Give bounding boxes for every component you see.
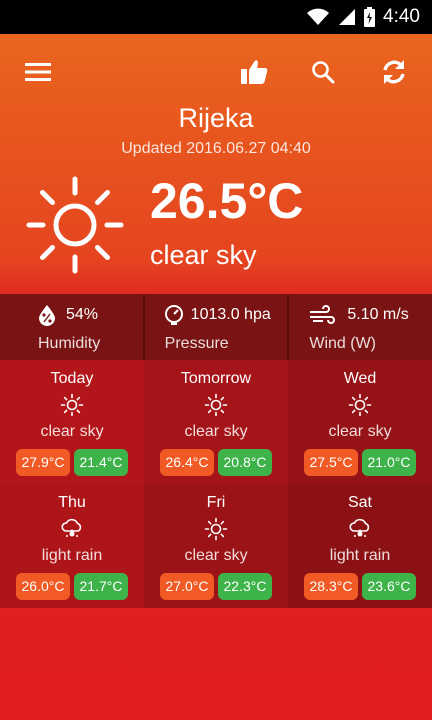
updated-timestamp: Updated 2016.06.27 04:40 bbox=[121, 140, 311, 157]
forecast-condition: clear sky bbox=[40, 423, 104, 440]
forecast-day-name: Fri bbox=[206, 494, 226, 511]
pressure-detail: 1013.0 hpa Pressure bbox=[145, 294, 290, 360]
forecast-condition: clear sky bbox=[328, 423, 392, 440]
forecast-condition: light rain bbox=[41, 547, 103, 564]
humidity-value: 54% bbox=[66, 306, 99, 323]
thumbs-up-icon bbox=[241, 60, 268, 84]
forecast-condition: clear sky bbox=[184, 547, 248, 564]
sun-icon bbox=[60, 393, 84, 417]
refresh-button[interactable] bbox=[376, 54, 412, 90]
forecast-day-name: Sat bbox=[347, 494, 372, 511]
sun-icon bbox=[204, 393, 228, 417]
search-icon bbox=[312, 61, 335, 84]
wind-label: Wind (W) bbox=[309, 335, 376, 352]
high-temp-badge: 27.0°C bbox=[160, 573, 214, 600]
humidity-icon bbox=[39, 305, 55, 326]
wind-icon bbox=[310, 305, 336, 324]
hamburger-icon bbox=[25, 63, 51, 81]
status-time: 4:40 bbox=[383, 6, 420, 27]
rain-cloud-icon bbox=[60, 517, 84, 541]
forecast-day[interactable]: Tomorrow clear sky 26.4°C 20.8°C bbox=[144, 360, 288, 484]
pressure-gauge-icon bbox=[164, 305, 183, 325]
forecast-day[interactable]: Sat light rain 28.3°C 23.6°C bbox=[288, 484, 432, 608]
forecast-day-name: Tomorrow bbox=[180, 370, 252, 387]
forecast-condition: clear sky bbox=[184, 423, 248, 440]
app-bar bbox=[0, 34, 432, 110]
forecast-day[interactable]: Fri clear sky 27.0°C 22.3°C bbox=[144, 484, 288, 608]
current-temperature: 26.5°C bbox=[150, 173, 304, 229]
sun-icon bbox=[204, 517, 228, 541]
wind-value: 5.10 m/s bbox=[347, 306, 409, 323]
wind-detail: 5.10 m/s Wind (W) bbox=[289, 294, 432, 360]
pressure-value: 1013.0 hpa bbox=[190, 306, 271, 323]
details-panel: 54% Humidity 1013.0 hpa Pressure 5.10 m/… bbox=[0, 294, 432, 360]
high-temp-badge: 27.5°C bbox=[304, 449, 358, 476]
forecast-day-name: Today bbox=[50, 370, 94, 387]
forecast-day[interactable]: Today clear sky 27.9°C 21.4°C bbox=[0, 360, 144, 484]
low-temp-badge: 23.6°C bbox=[362, 573, 416, 600]
high-temp-badge: 28.3°C bbox=[304, 573, 358, 600]
low-temp-badge: 21.4°C bbox=[74, 449, 128, 476]
rate-button[interactable] bbox=[236, 54, 272, 90]
humidity-detail: 54% Humidity bbox=[0, 294, 145, 360]
pressure-label: Pressure bbox=[164, 335, 229, 352]
high-temp-badge: 27.9°C bbox=[16, 449, 70, 476]
low-temp-badge: 22.3°C bbox=[218, 573, 272, 600]
refresh-icon bbox=[383, 60, 405, 84]
forecast-day-name: Thu bbox=[58, 494, 86, 511]
current-condition: clear sky bbox=[150, 240, 257, 270]
forecast-day[interactable]: Thu light rain 26.0°C 21.7°C bbox=[0, 484, 144, 608]
status-bar: 4:40 bbox=[0, 0, 432, 34]
forecast-grid: Today clear sky 27.9°C 21.4°C Tomorrow cl… bbox=[0, 360, 432, 608]
forecast-condition: light rain bbox=[329, 547, 391, 564]
wifi-icon bbox=[307, 8, 330, 25]
forecast-day[interactable]: Wed clear sky 27.5°C 21.0°C bbox=[288, 360, 432, 484]
rain-cloud-icon bbox=[348, 517, 372, 541]
high-temp-badge: 26.0°C bbox=[16, 573, 70, 600]
humidity-label: Humidity bbox=[38, 335, 101, 352]
battery-icon bbox=[364, 7, 376, 27]
forecast-day-name: Wed bbox=[343, 370, 377, 387]
city-name: Rijeka bbox=[178, 103, 254, 133]
low-temp-badge: 21.0°C bbox=[362, 449, 416, 476]
signal-icon bbox=[339, 9, 356, 25]
search-button[interactable] bbox=[305, 54, 341, 90]
low-temp-badge: 21.7°C bbox=[74, 573, 128, 600]
sun-icon bbox=[348, 393, 372, 417]
low-temp-badge: 20.8°C bbox=[218, 449, 272, 476]
menu-button[interactable] bbox=[20, 54, 56, 90]
high-temp-badge: 26.4°C bbox=[160, 449, 214, 476]
sun-icon bbox=[26, 176, 124, 274]
